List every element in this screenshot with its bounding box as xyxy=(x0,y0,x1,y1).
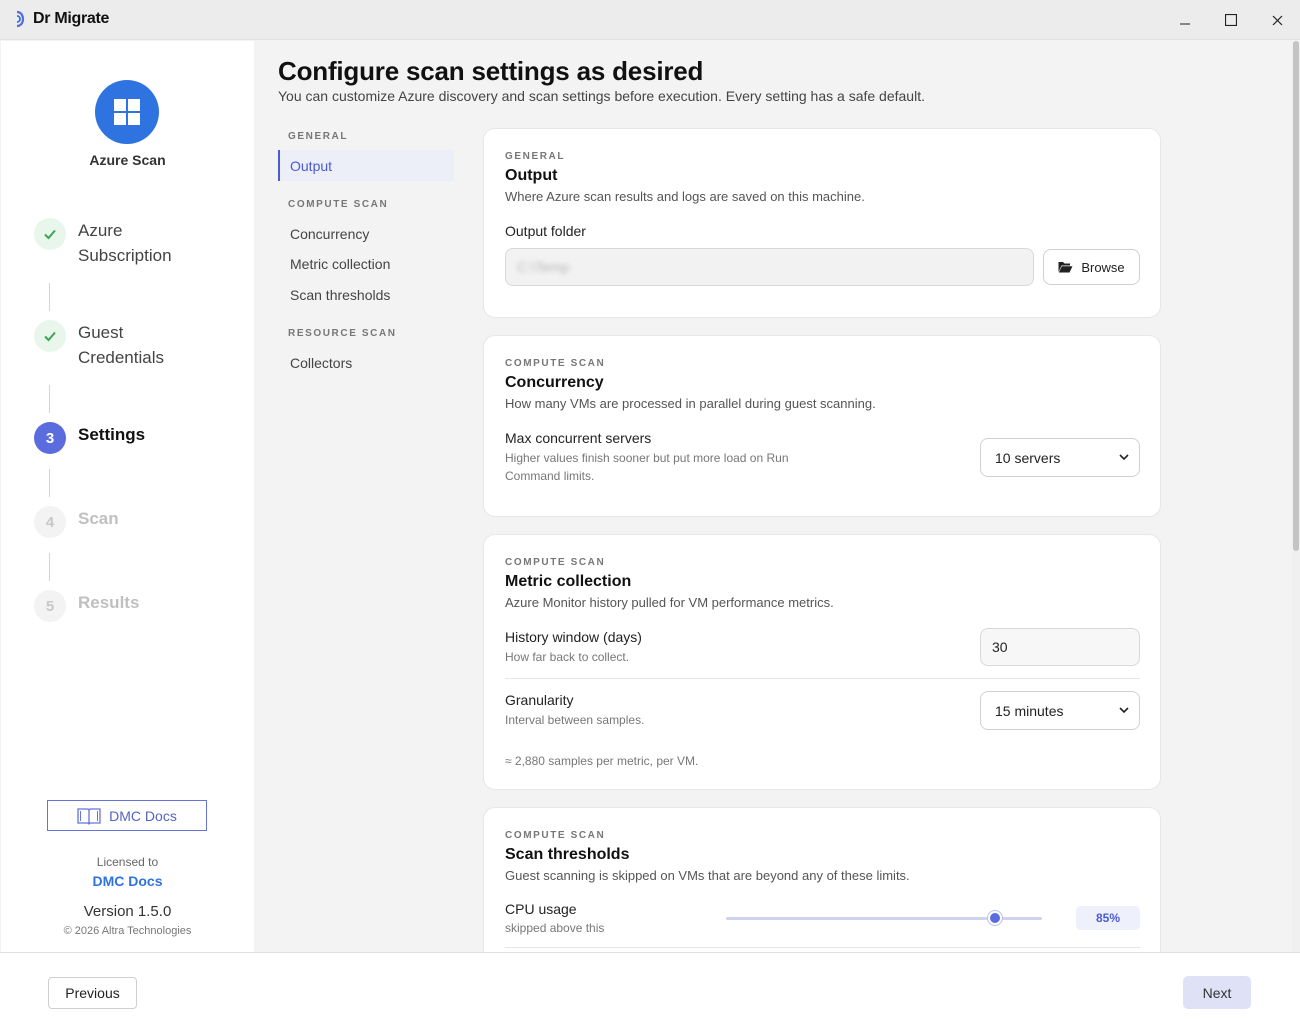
nav-group-compute-scan: COMPUTE SCAN xyxy=(288,199,389,210)
book-icon xyxy=(77,807,101,825)
cpu-usage-slider-handle[interactable] xyxy=(987,911,1002,925)
dmc-docs-button[interactable]: DMC Docs xyxy=(47,800,207,831)
licensee-name: DMC Docs xyxy=(92,873,163,889)
scrollbar-thumb[interactable] xyxy=(1293,41,1299,551)
cpu-usage-value-badge: 85% xyxy=(1076,906,1140,930)
wizard-sidebar: Azure Scan Azure Subscription Guest Cred… xyxy=(1,41,254,952)
browse-button[interactable]: Browse xyxy=(1043,249,1140,285)
card-kicker: COMPUTE SCAN xyxy=(505,358,606,369)
main-content[interactable]: Configure scan settings as desired You c… xyxy=(254,41,1292,952)
step-4-number: 4 xyxy=(34,506,66,538)
history-window-help: How far back to collect. xyxy=(505,650,630,664)
output-folder-value: C:\Temp xyxy=(517,259,570,275)
version-text: Version 1.5.0 xyxy=(83,903,172,920)
title-bar: Dr Migrate xyxy=(0,0,1300,40)
folder-open-icon xyxy=(1058,262,1073,273)
max-concurrent-select[interactable]: 10 servers xyxy=(980,438,1140,477)
windows-icon xyxy=(114,99,140,125)
nav-item-output[interactable]: Output xyxy=(278,150,454,181)
nav-item-scan-thresholds[interactable]: Scan thresholds xyxy=(278,279,454,310)
step-label-line1: Azure xyxy=(78,221,123,240)
step-connector xyxy=(49,385,50,413)
granularity-label: Granularity xyxy=(505,692,574,708)
step-connector xyxy=(49,553,50,581)
select-value: 15 minutes xyxy=(995,702,1064,719)
chevron-down-icon xyxy=(1119,706,1129,713)
step-results: Results xyxy=(78,593,140,612)
card-description: Guest scanning is skipped on VMs that ar… xyxy=(505,868,910,883)
card-kicker: COMPUTE SCAN xyxy=(505,557,606,568)
nav-item-metric-collection[interactable]: Metric collection xyxy=(278,248,454,279)
nav-item-collectors[interactable]: Collectors xyxy=(278,347,454,378)
select-value: 10 servers xyxy=(995,449,1061,466)
step-scan: Scan xyxy=(78,509,119,528)
samples-note: ≈ 2,880 samples per metric, per VM. xyxy=(505,754,699,768)
divider xyxy=(505,947,1140,948)
divider xyxy=(505,678,1140,679)
card-title: Scan thresholds xyxy=(505,846,630,863)
next-button[interactable]: Next xyxy=(1183,976,1251,1009)
check-icon xyxy=(44,229,56,240)
step-guest-credentials[interactable]: Guest Credentials xyxy=(78,320,164,370)
step-label-line2: Credentials xyxy=(78,348,164,367)
step-3-number: 3 xyxy=(34,422,66,454)
page-subtitle: You can customize Azure discovery and sc… xyxy=(278,88,925,104)
dmc-docs-label: DMC Docs xyxy=(109,807,177,824)
check-icon xyxy=(44,331,56,342)
output-card: GENERAL Output Where Azure scan results … xyxy=(483,128,1161,318)
main-scrollbar[interactable] xyxy=(1292,41,1300,952)
card-title: Metric collection xyxy=(505,573,632,590)
step-connector xyxy=(49,283,50,311)
wizard-title: Azure Scan xyxy=(89,152,166,168)
history-window-label: History window (days) xyxy=(505,629,642,645)
step-label-line1: Guest xyxy=(78,323,124,342)
chevron-down-icon xyxy=(1119,453,1129,460)
copyright-text: © 2026 Altra Technologies xyxy=(63,925,192,937)
card-description: How many VMs are processed in parallel d… xyxy=(505,396,876,411)
step-settings[interactable]: Settings xyxy=(78,422,145,447)
wizard-footer: Previous Next xyxy=(0,952,1300,1032)
granularity-help: Interval between samples. xyxy=(505,713,645,727)
output-folder-label: Output folder xyxy=(505,223,586,239)
card-description: Azure Monitor history pulled for VM perf… xyxy=(505,595,834,610)
page-title: Configure scan settings as desired xyxy=(278,56,704,86)
previous-button[interactable]: Previous xyxy=(48,977,137,1009)
history-window-input[interactable]: 30 xyxy=(980,628,1140,666)
card-kicker: GENERAL xyxy=(505,151,566,162)
output-folder-input[interactable]: C:\Temp xyxy=(505,248,1034,286)
minimize-icon[interactable] xyxy=(1165,6,1205,34)
cpu-usage-label: CPU usage xyxy=(505,901,577,917)
licensed-to-label: Licensed to xyxy=(96,855,159,869)
granularity-select[interactable]: 15 minutes xyxy=(980,691,1140,730)
step-label-line2: Subscription xyxy=(78,246,172,265)
azure-scan-badge xyxy=(95,80,159,144)
card-title: Concurrency xyxy=(505,374,604,391)
step-5-number: 5 xyxy=(34,590,66,622)
app-logo-icon xyxy=(16,10,25,28)
step-azure-subscription[interactable]: Azure Subscription xyxy=(78,218,172,268)
step-1-complete xyxy=(34,218,66,250)
nav-group-resource-scan: RESOURCE SCAN xyxy=(288,328,397,339)
nav-group-general: GENERAL xyxy=(288,131,349,142)
card-description: Where Azure scan results and logs are sa… xyxy=(505,189,865,204)
maximize-icon[interactable] xyxy=(1211,6,1251,34)
card-kicker: COMPUTE SCAN xyxy=(505,830,606,841)
history-window-value: 30 xyxy=(992,639,1008,655)
max-concurrent-help: Higher values finish sooner but put more… xyxy=(505,451,789,483)
close-icon[interactable] xyxy=(1257,6,1297,34)
concurrency-card: COMPUTE SCAN Concurrency How many VMs ar… xyxy=(483,335,1161,517)
step-connector xyxy=(49,469,50,497)
cpu-usage-help: skipped above this xyxy=(505,921,605,935)
step-2-complete xyxy=(34,320,66,352)
app-name: Dr Migrate xyxy=(33,10,110,27)
max-concurrent-label: Max concurrent servers xyxy=(505,430,652,446)
metric-collection-card: COMPUTE SCAN Metric collection Azure Mon… xyxy=(483,534,1161,790)
card-title: Output xyxy=(505,167,558,184)
browse-label: Browse xyxy=(1081,259,1125,275)
nav-item-concurrency[interactable]: Concurrency xyxy=(278,218,454,249)
scan-thresholds-card: COMPUTE SCAN Scan thresholds Guest scann… xyxy=(483,807,1161,952)
